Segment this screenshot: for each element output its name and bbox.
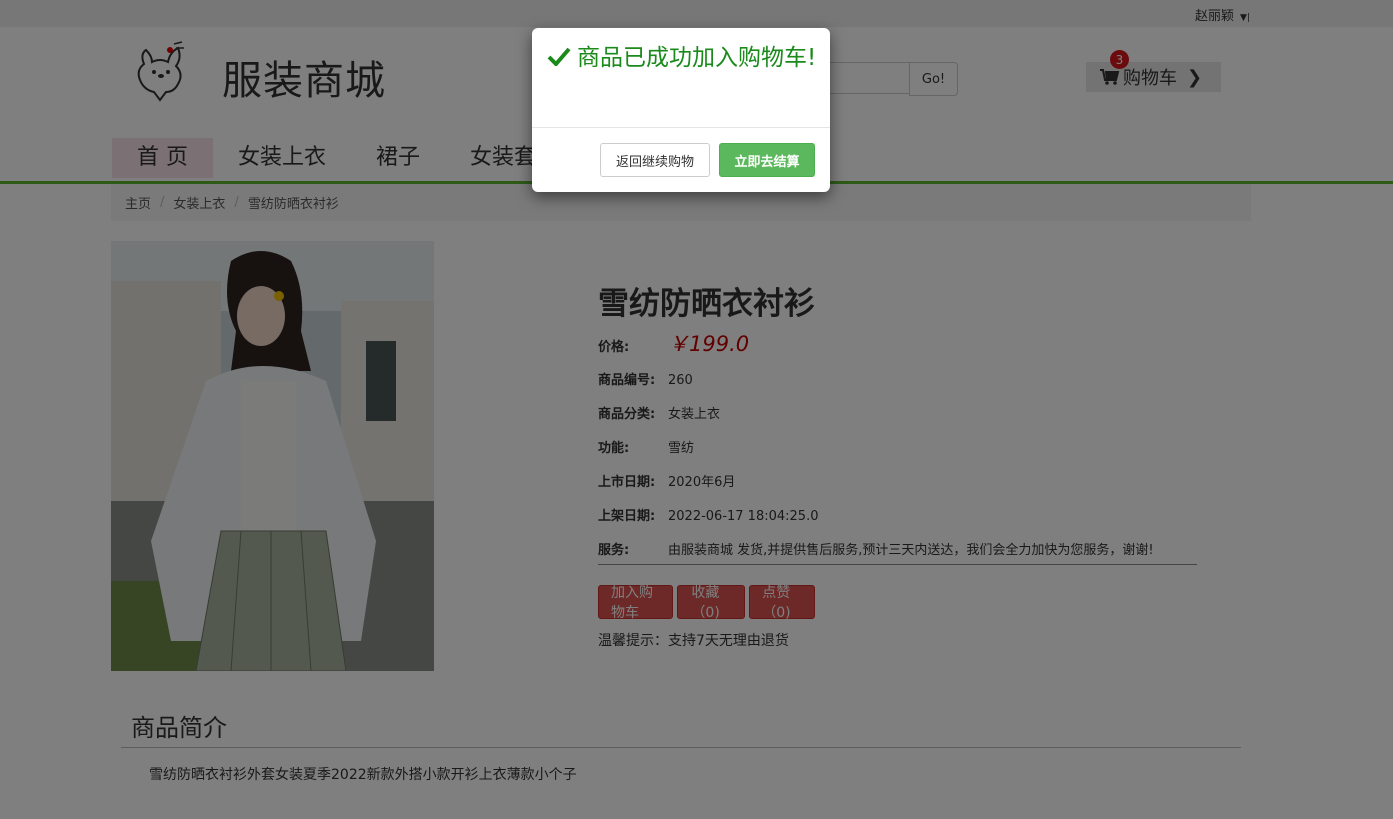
checkout-button[interactable]: 立即去结算 — [719, 143, 815, 177]
modal-message-text: 商品已成功加入购物车! — [577, 45, 817, 71]
modal-divider — [532, 127, 830, 128]
continue-shopping-button[interactable]: 返回继续购物 — [600, 143, 710, 177]
add-to-cart-modal: 商品已成功加入购物车! 返回继续购物 立即去结算 — [532, 28, 830, 192]
check-icon — [547, 47, 571, 67]
modal-message: 商品已成功加入购物车! — [547, 42, 817, 75]
